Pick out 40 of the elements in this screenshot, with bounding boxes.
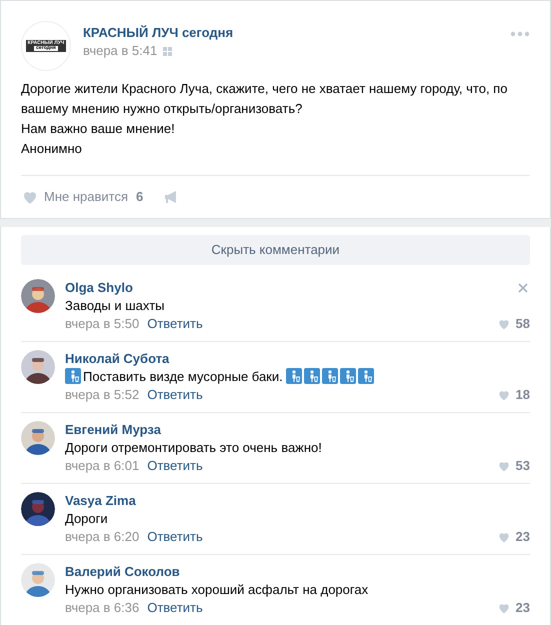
comment-like-count: 23 — [516, 528, 530, 546]
trash-emoji-icon — [340, 368, 356, 384]
heart-icon[interactable] — [496, 388, 511, 402]
comment-text: Нужно организовать хороший асфальт на дорогах — [65, 581, 370, 599]
grid-icon — [163, 46, 172, 56]
post-text: Нам важно ваше мнение! — [21, 120, 176, 138]
trash-emoji-icon — [286, 368, 302, 384]
reply-link[interactable]: Ответить — [147, 599, 203, 617]
commenter-name[interactable]: Olga Shylo — [65, 279, 518, 297]
heart-icon[interactable] — [496, 317, 511, 331]
heart-icon[interactable] — [496, 530, 511, 544]
hide-comments-button[interactable]: Скрыть комментарии — [21, 235, 530, 265]
comment-like-count: 23 — [516, 599, 530, 617]
trash-emoji-icon — [65, 368, 81, 384]
comment-text: Поставить визде мусорные баки. — [65, 368, 530, 386]
commenter-name[interactable]: Vasya Zima — [65, 492, 530, 510]
heart-icon[interactable] — [496, 459, 511, 473]
more-icon[interactable] — [510, 31, 530, 37]
trash-emoji-icon — [304, 368, 320, 384]
commenter-name[interactable]: Евгений Мурза — [65, 421, 530, 439]
comment-text: Заводы и шахты — [65, 297, 166, 315]
comment-like-count: 58 — [516, 315, 530, 333]
author-name[interactable]: КРАСНЫЙ ЛУЧ сегодня — [83, 24, 510, 42]
comment-like-count: 53 — [516, 457, 530, 475]
reply-link[interactable]: Ответить — [147, 457, 203, 475]
trash-emoji-icon — [322, 368, 338, 384]
heart-icon[interactable] — [496, 601, 511, 615]
comment-text: Дороги — [65, 510, 109, 528]
comment-like-count: 18 — [516, 386, 530, 404]
reply-link[interactable]: Ответить — [147, 386, 203, 404]
commenter-name[interactable]: Николай Субота — [65, 350, 530, 368]
like-count: 6 — [136, 188, 144, 206]
commenter-name[interactable]: Валерий Соколов — [65, 563, 530, 581]
trash-emoji-icon — [358, 368, 374, 384]
post-text: Дорогие жители Красного Луча, скажите, чего не хватает нашему городу, что, по вашему мнению нужно открыть/организовать? — [21, 80, 508, 118]
post-text: Анонимно — [21, 140, 83, 158]
reply-link[interactable]: Ответить — [147, 528, 203, 546]
reply-link[interactable]: Ответить — [147, 315, 203, 333]
close-icon[interactable] — [518, 283, 528, 293]
comment-text: Дороги отремонтировать это очень важно! — [65, 439, 323, 457]
